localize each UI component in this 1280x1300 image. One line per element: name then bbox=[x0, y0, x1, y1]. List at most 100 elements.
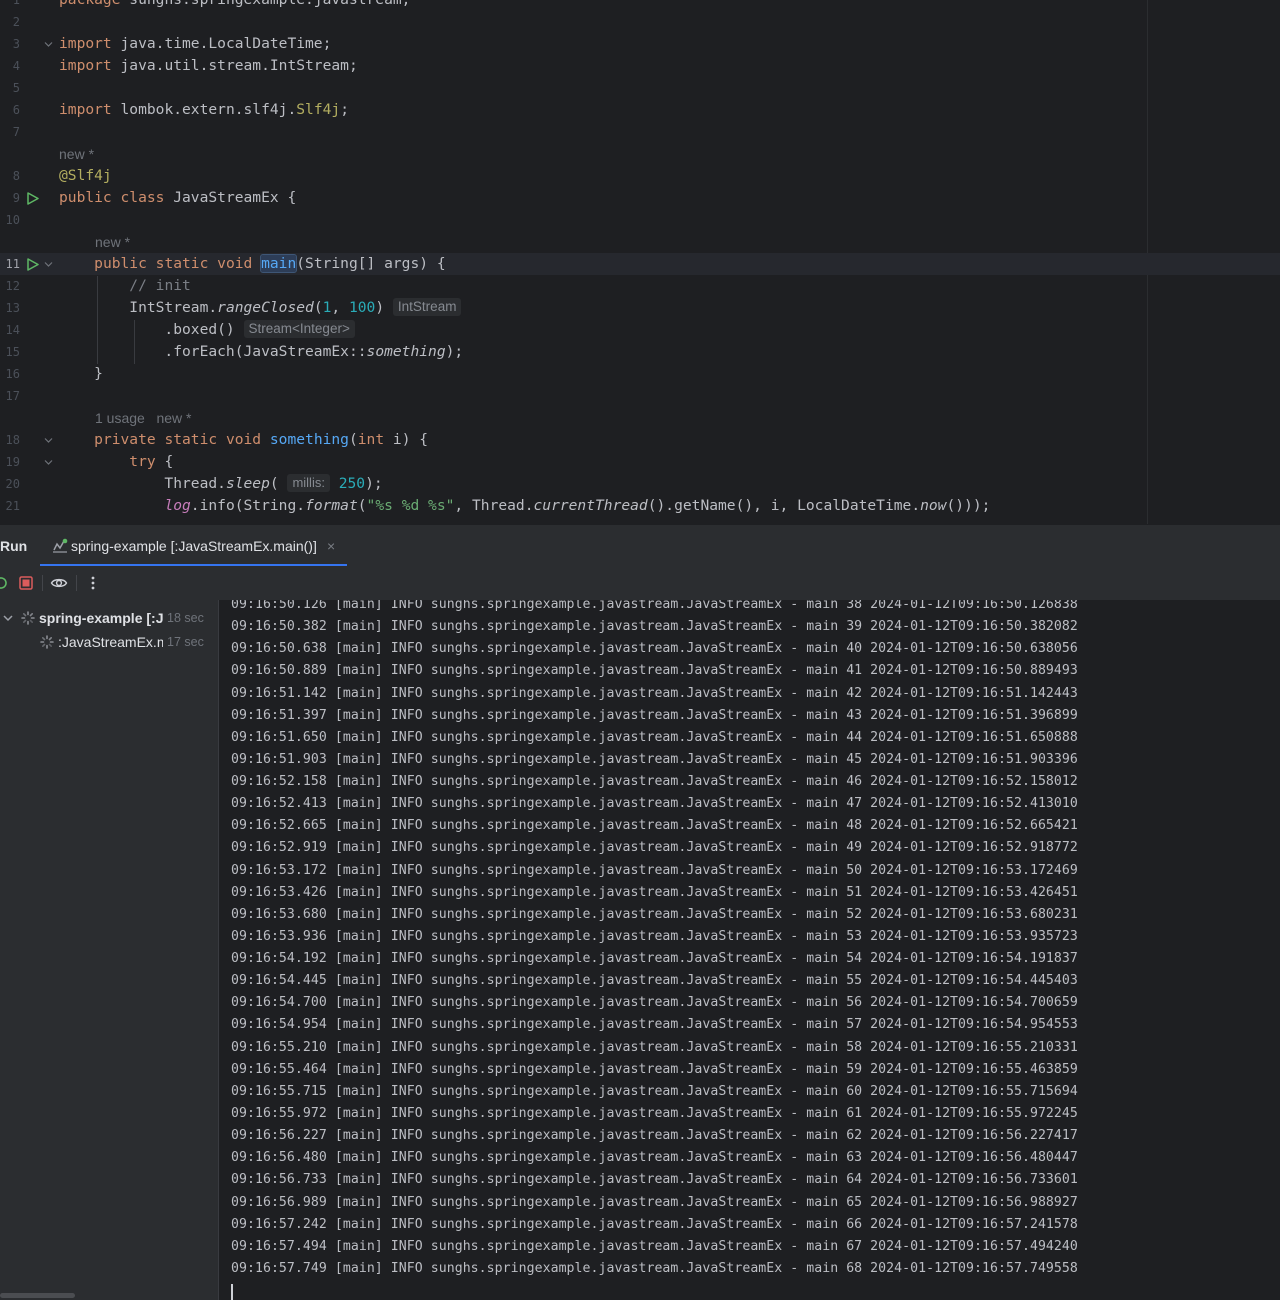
code-line: 9 public class JavaStreamEx { bbox=[0, 187, 1280, 209]
code-token: { bbox=[164, 453, 174, 470]
code-line: 1 package sunghs.springexample.javastream… bbox=[0, 0, 1280, 11]
close-tab-icon[interactable]: × bbox=[327, 538, 335, 554]
code-vision-hint: 1 usage new * bbox=[0, 407, 1280, 429]
console-log-line: 09:16:56.733 [main] INFO sunghs.springex… bbox=[231, 1172, 1078, 1188]
line-number: 14 bbox=[5, 323, 20, 337]
rerun-icon[interactable] bbox=[0, 574, 10, 592]
code-token: (String[] args) { bbox=[296, 255, 446, 272]
code-text: import lombok.extern.slf4j.Slf4j; bbox=[59, 99, 349, 121]
line-number: 4 bbox=[12, 59, 20, 73]
tree-item-duration: 18 sec bbox=[167, 611, 204, 625]
console-log-line: 09:16:55.715 [main] INFO sunghs.springex… bbox=[231, 1083, 1078, 1099]
code-line: 21 log.info(String.format("%s %d %s", Th… bbox=[0, 495, 1280, 517]
line-number: 9 bbox=[12, 191, 20, 205]
code-token: Slf4j bbox=[296, 101, 341, 118]
more-icon[interactable] bbox=[84, 574, 102, 592]
stop-icon[interactable] bbox=[17, 574, 35, 592]
code-token: 250 bbox=[329, 475, 366, 492]
code-text: @Slf4j bbox=[59, 165, 112, 187]
code-token: int bbox=[357, 431, 393, 448]
console-log-line: 09:16:52.158 [main] INFO sunghs.springex… bbox=[231, 774, 1078, 790]
console-log-line: 09:16:52.413 [main] INFO sunghs.springex… bbox=[231, 796, 1078, 812]
console-log-line: 09:16:54.192 [main] INFO sunghs.springex… bbox=[231, 951, 1078, 967]
code-line: 15 .forEach(JavaStreamEx::something); bbox=[0, 341, 1280, 363]
line-number: 5 bbox=[12, 81, 20, 95]
text-caret bbox=[231, 1284, 233, 1300]
spinner-icon bbox=[21, 611, 35, 625]
code-token: Thread. bbox=[59, 475, 226, 492]
console-log-line: 09:16:50.126 [main] INFO sunghs.springex… bbox=[231, 600, 1078, 612]
code-token: lombok.extern.slf4j. bbox=[120, 101, 297, 118]
line-number: 13 bbox=[5, 301, 20, 315]
line-number: 20 bbox=[5, 477, 20, 491]
tree-item-task[interactable]: :JavaStreamEx.main() 17 sec bbox=[0, 630, 218, 654]
code-text: public static void main(String[] args) { bbox=[59, 253, 446, 275]
code-line: 16 } bbox=[0, 363, 1280, 385]
code-token: private static void bbox=[94, 431, 270, 448]
run-gutter-icon[interactable] bbox=[26, 258, 39, 271]
eye-icon[interactable] bbox=[50, 574, 68, 592]
code-token: i) { bbox=[392, 431, 429, 448]
fold-icon[interactable] bbox=[44, 436, 53, 445]
line-number: 2 bbox=[12, 15, 20, 29]
code-token: .info(String. bbox=[190, 497, 306, 514]
run-tree-panel: spring-example [:JavaStreamEx.main()] 18… bbox=[0, 600, 219, 1300]
code-token: try bbox=[129, 453, 165, 470]
console-log-line: 09:16:51.650 [main] INFO sunghs.springex… bbox=[231, 729, 1078, 745]
console-log-line: 09:16:52.665 [main] INFO sunghs.springex… bbox=[231, 818, 1078, 834]
code-text: IntStream.rangeClosed(1, 100) IntStream bbox=[59, 297, 462, 319]
code-line: 18 private static void something(int i) … bbox=[0, 429, 1280, 451]
console-output[interactable]: 09:16:50.126 [main] INFO sunghs.springex… bbox=[220, 600, 1280, 1300]
line-number: 1 bbox=[12, 0, 20, 7]
line-number: 21 bbox=[5, 499, 20, 513]
code-editor[interactable]: 1 package sunghs.springexample.javastream… bbox=[0, 0, 1280, 524]
code-token: ); bbox=[365, 475, 383, 492]
fold-icon[interactable] bbox=[44, 458, 53, 467]
run-tool-window-header: Run spring-example [:JavaStreamEx.main()… bbox=[0, 524, 1280, 567]
line-number: 7 bbox=[12, 125, 20, 139]
line-number: 16 bbox=[5, 367, 20, 381]
run-toolbar bbox=[0, 566, 1280, 600]
code-token: @Slf4j bbox=[59, 167, 112, 184]
code-vision-label[interactable]: 1 usage new * bbox=[95, 407, 192, 429]
console-log-line: 09:16:50.382 [main] INFO sunghs.springex… bbox=[231, 619, 1078, 635]
code-line: 8 @Slf4j bbox=[0, 165, 1280, 187]
tree-item-duration: 17 sec bbox=[167, 635, 204, 649]
code-line: 2 bbox=[0, 11, 1280, 33]
console-log-line: 09:16:53.680 [main] INFO sunghs.springex… bbox=[231, 906, 1078, 922]
inlay-hint: millis: bbox=[287, 474, 330, 492]
code-vision-label[interactable]: new * bbox=[95, 231, 130, 253]
code-line: 13 IntStream.rangeClosed(1, 100) IntStre… bbox=[0, 297, 1280, 319]
code-token: java.time.LocalDateTime; bbox=[120, 35, 332, 52]
line-number: 19 bbox=[5, 455, 20, 469]
fold-icon[interactable] bbox=[44, 260, 53, 269]
run-config-tab[interactable]: spring-example [:JavaStreamEx.main()] bbox=[40, 525, 347, 567]
code-token: import bbox=[59, 101, 121, 118]
code-text: public class JavaStreamEx { bbox=[59, 187, 296, 209]
code-token: "%s %d %s" bbox=[366, 497, 455, 514]
code-token: ) bbox=[375, 299, 393, 316]
console-log-line: 09:16:56.227 [main] INFO sunghs.springex… bbox=[231, 1128, 1078, 1144]
code-line: 20 Thread.sleep( millis: 250); bbox=[0, 473, 1280, 495]
code-token: IntStream. bbox=[59, 299, 218, 316]
code-token: // init bbox=[129, 277, 191, 294]
code-token: format bbox=[305, 497, 358, 514]
tree-item-run-config[interactable]: spring-example [:JavaStreamEx.main()] 18… bbox=[0, 606, 218, 630]
code-vision-label[interactable]: new * bbox=[59, 143, 94, 165]
code-text: log.info(String.format("%s %d %s", Threa… bbox=[59, 495, 990, 517]
run-gutter-icon[interactable] bbox=[26, 192, 39, 205]
line-number: 18 bbox=[5, 433, 20, 447]
console-log-line: 09:16:50.638 [main] INFO sunghs.springex… bbox=[231, 641, 1078, 657]
code-line: 17 bbox=[0, 385, 1280, 407]
horizontal-scrollbar[interactable] bbox=[0, 1293, 75, 1298]
console-log-line: 09:16:52.919 [main] INFO sunghs.springex… bbox=[231, 840, 1078, 856]
line-number: 11 bbox=[5, 257, 20, 271]
fold-icon[interactable] bbox=[44, 40, 53, 49]
chevron-down-icon[interactable] bbox=[3, 614, 13, 622]
console-log-line: 09:16:57.242 [main] INFO sunghs.springex… bbox=[231, 1216, 1078, 1232]
line-number: 17 bbox=[5, 389, 20, 403]
line-number: 10 bbox=[5, 213, 20, 227]
code-text: Thread.sleep( millis: 250); bbox=[59, 473, 383, 495]
